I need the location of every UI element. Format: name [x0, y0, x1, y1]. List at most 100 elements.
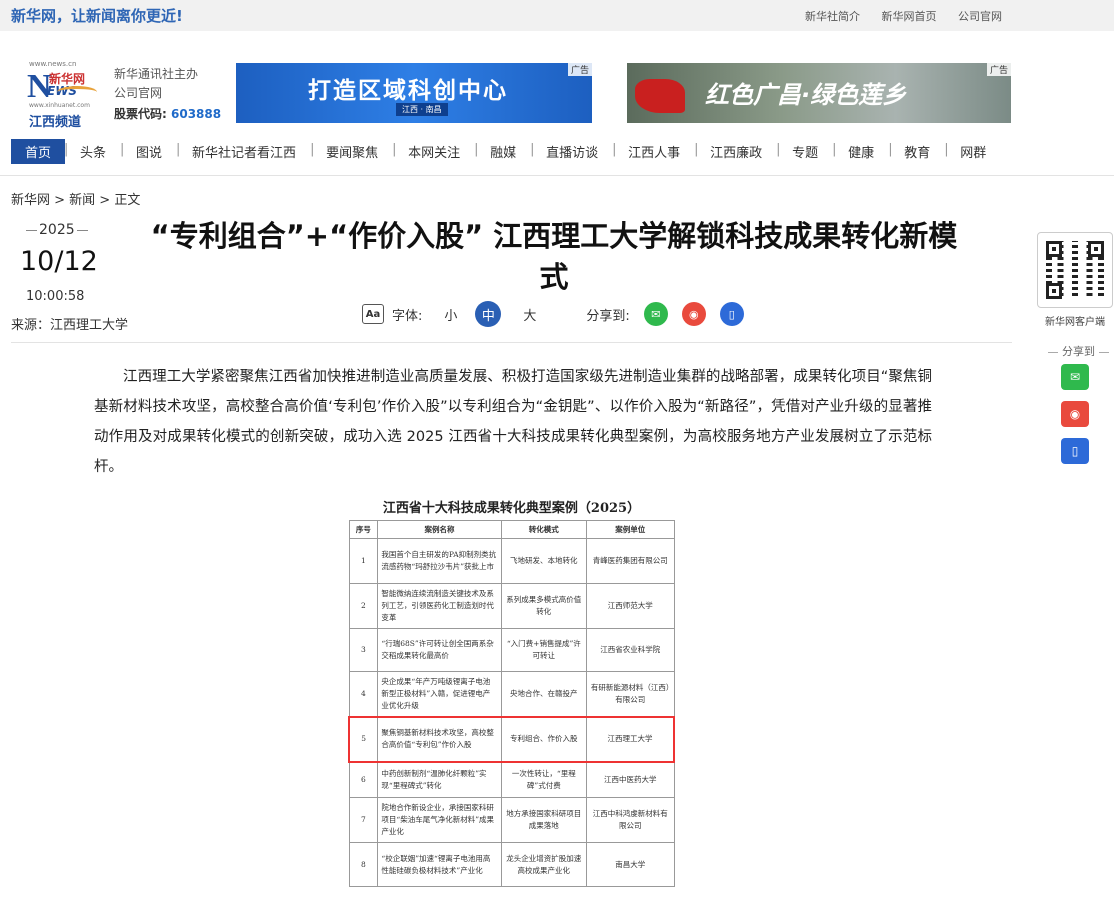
table-cell: 龙头企业增资扩股加速高校成果产业化 — [500, 842, 588, 887]
article-source: 来源：江西理工大学 — [11, 318, 129, 333]
table-cell: 1 — [348, 538, 379, 584]
table-cell: 专利组合、作价入股 — [500, 715, 588, 763]
table-cell: 江西中科鸿虔新材料有限公司 — [586, 797, 675, 843]
nav-media[interactable]: 融媒 — [474, 142, 531, 161]
table-cell: 一次性转让，“里程碑”式付费 — [500, 761, 588, 798]
weibo-icon[interactable]: ◉ — [1061, 401, 1089, 427]
table-row: 1 我国首个自主研发的PA抑制剂类抗流感药物“玛舒拉沙韦片”获批上市 飞地研发、本地… — [348, 538, 675, 584]
nav-headlines[interactable]: 头条 — [64, 142, 121, 161]
nav-reporters[interactable]: 新华社记者看江西 — [176, 142, 311, 161]
table-cell: 7 — [348, 797, 379, 843]
publish-time: 10:00:58 — [26, 289, 85, 304]
ad-tag: 广告 — [567, 63, 592, 76]
nav-photos[interactable]: 图说 — [120, 142, 177, 161]
table-header-cell: 案例单位 — [586, 520, 675, 539]
table-cell: 有研新能源材料（江西）有限公司 — [586, 671, 675, 717]
site-logo[interactable]: www.news.cn N 新华网 EWS www.xinhuanet.com — [27, 60, 99, 112]
breadcrumb[interactable]: 新华网 > 新闻 > 正文 — [11, 189, 140, 208]
table-cell: 央企成果“年产万吨级锂离子电池新型正极材料”入赣，促进锂电产业优化升级 — [377, 671, 502, 717]
article-tools: Aa 字体: 小 中 大 分享到: ✉ ◉ ▯ — [362, 301, 744, 327]
table-cell: 江西师范大学 — [586, 583, 675, 629]
nav-live[interactable]: 直播访谈 — [530, 142, 613, 161]
table-header-cell: 案例名称 — [377, 520, 502, 539]
table-row: 6 中药创新制剂“温肺化纤颗粒”实现“里程碑式”转化 一次性转让，“里程碑”式付费江… — [348, 761, 675, 798]
table-cell: “校企联姻”加速“锂离子电池用高性能硅碳负极材料技术”产业化 — [377, 842, 502, 887]
nav-health[interactable]: 健康 — [832, 142, 889, 161]
table-cell: 2 — [348, 583, 379, 629]
table-cell: 央地合作、在赣投产 — [500, 671, 588, 717]
table-row: 8 “校企联姻”加速“锂离子电池用高性能硅碳负极材料技术”产业化 龙头企业增资扩股加… — [348, 842, 675, 887]
table-cell: “入门费+销售提成”许可转让 — [500, 628, 588, 672]
ad-tag: 广告 — [986, 63, 1011, 76]
nav-attention[interactable]: 本网关注 — [392, 142, 475, 161]
table-cell: 3 — [348, 628, 379, 672]
top-link-company[interactable]: 公司官网 — [958, 10, 1002, 23]
logo-swoosh-icon — [57, 86, 97, 98]
ad-title: 红色广昌·绿色莲乡 — [705, 81, 907, 109]
divider — [11, 342, 1012, 343]
logo-url: www.news.cn — [29, 60, 77, 68]
figure-caption: 江西省十大科技成果转化典型案例（2025） — [382, 501, 641, 516]
font-medium-button[interactable]: 中 — [475, 301, 502, 327]
mobile-icon[interactable]: ▯ — [1061, 438, 1089, 464]
nav-network[interactable]: 网群 — [944, 142, 1001, 161]
table-cell: 系列成果多模式高价值转化 — [500, 583, 588, 629]
share-label: 分享到: — [586, 308, 630, 324]
red-flag-icon — [635, 79, 685, 113]
font-small-button[interactable]: 小 — [444, 305, 457, 324]
ad-subtitle: 江西 · 南昌 — [396, 103, 448, 116]
channel-name: 江西频道 — [29, 115, 82, 130]
sponsor-line: 新华通讯社主办 — [114, 67, 199, 81]
top-bar: 新华网，让新闻离你更近! 新华社简介 新华网首页 公司官网 — [0, 0, 1114, 31]
table-header: 序号 案例名称 转化模式 案例单位 — [348, 520, 675, 539]
ad-banner-innovation[interactable]: 打造区域科创中心 江西 · 南昌 广告 — [236, 63, 592, 123]
article-title: “专利组合”+“作价入股” 江西理工大学解锁科技成果转化新模式 — [150, 219, 958, 294]
table-row: 4 央企成果“年产万吨级锂离子电池新型正极材料”入赣，促进锂电产业优化升级 央地合作… — [348, 671, 675, 717]
wechat-icon[interactable]: ✉ — [1061, 364, 1089, 390]
stock-code: 股票代码: 603888 — [114, 105, 221, 122]
table-cell: 青峰医药集团有限公司 — [586, 538, 675, 584]
table-cell: 江西理工大学 — [586, 715, 676, 763]
qr-label: 新华网客户端 — [1045, 317, 1105, 328]
table-cell: 6 — [348, 761, 379, 798]
wechat-icon[interactable]: ✉ — [643, 302, 668, 326]
table-row: 2 智能微纳连续流制造关键技术及系列工艺，引领医药化工制造划时代变革 系列成果多模式… — [348, 583, 675, 629]
font-size-icon: Aa — [362, 304, 384, 324]
table-row-highlighted: 5 聚焦铜基新材料技术攻坚，高校整合高价值“专利包”作价入股 专利组合、作价入股 江西… — [348, 715, 676, 763]
table-cell: 8 — [348, 842, 379, 887]
case-table: 序号 案例名称 转化模式 案例单位 1 我国首个自主研发的PA抑制剂类抗流感药物“… — [348, 520, 676, 887]
table-cell: 我国首个自主研发的PA抑制剂类抗流感药物“玛舒拉沙韦片”获批上市 — [377, 538, 502, 584]
table-header-cell: 序号 — [348, 520, 379, 539]
table-header-cell: 转化模式 — [500, 520, 588, 539]
ad-title: 打造区域科创中心 — [308, 78, 508, 104]
table-cell: 智能微纳连续流制造关键技术及系列工艺，引领医药化工制造划时代变革 — [377, 583, 502, 629]
table-cell: 飞地研发、本地转化 — [500, 538, 588, 584]
sponsor-info: 新华通讯社主办 公司官网 — [114, 65, 198, 103]
font-large-button[interactable]: 大 — [523, 305, 536, 324]
table-cell: 江西省农业科学院 — [586, 628, 675, 672]
table-cell: 江西中医药大学 — [586, 761, 675, 798]
table-cell: 南昌大学 — [586, 842, 675, 887]
nav-education[interactable]: 教育 — [888, 142, 945, 161]
ad-banner-guangchang[interactable]: 红色广昌·绿色莲乡 广告 — [627, 63, 1011, 123]
nav-focus[interactable]: 要闻聚焦 — [310, 142, 393, 161]
publish-date: 10/12 — [20, 246, 98, 277]
stock-label: 股票代码: — [114, 107, 167, 121]
table-cell: 聚焦铜基新材料技术攻坚，高校整合高价值“专利包”作价入股 — [377, 715, 502, 763]
weibo-icon[interactable]: ◉ — [681, 302, 706, 326]
nav-home[interactable]: 首页 — [11, 138, 66, 164]
nav-personnel[interactable]: 江西人事 — [612, 142, 695, 161]
qr-code[interactable] — [1037, 232, 1113, 308]
mobile-icon[interactable]: ▯ — [719, 302, 744, 326]
table-cell: 地方承接国家科研项目成果落地 — [500, 797, 588, 843]
nav-integrity[interactable]: 江西廉政 — [694, 142, 777, 161]
top-link-home[interactable]: 新华网首页 — [882, 10, 937, 23]
nav-topics[interactable]: 专题 — [776, 142, 833, 161]
top-link-about[interactable]: 新华社简介 — [805, 10, 860, 23]
font-label: 字体: — [392, 308, 423, 324]
side-share-label: 分享到 — [1044, 343, 1113, 359]
company-site-link[interactable]: 公司官网 — [114, 84, 198, 103]
table-cell: 中药创新制剂“温肺化纤颗粒”实现“里程碑式”转化 — [377, 761, 502, 798]
stock-number[interactable]: 603888 — [171, 107, 221, 121]
slogan: 新华网，让新闻离你更近! — [11, 7, 183, 25]
